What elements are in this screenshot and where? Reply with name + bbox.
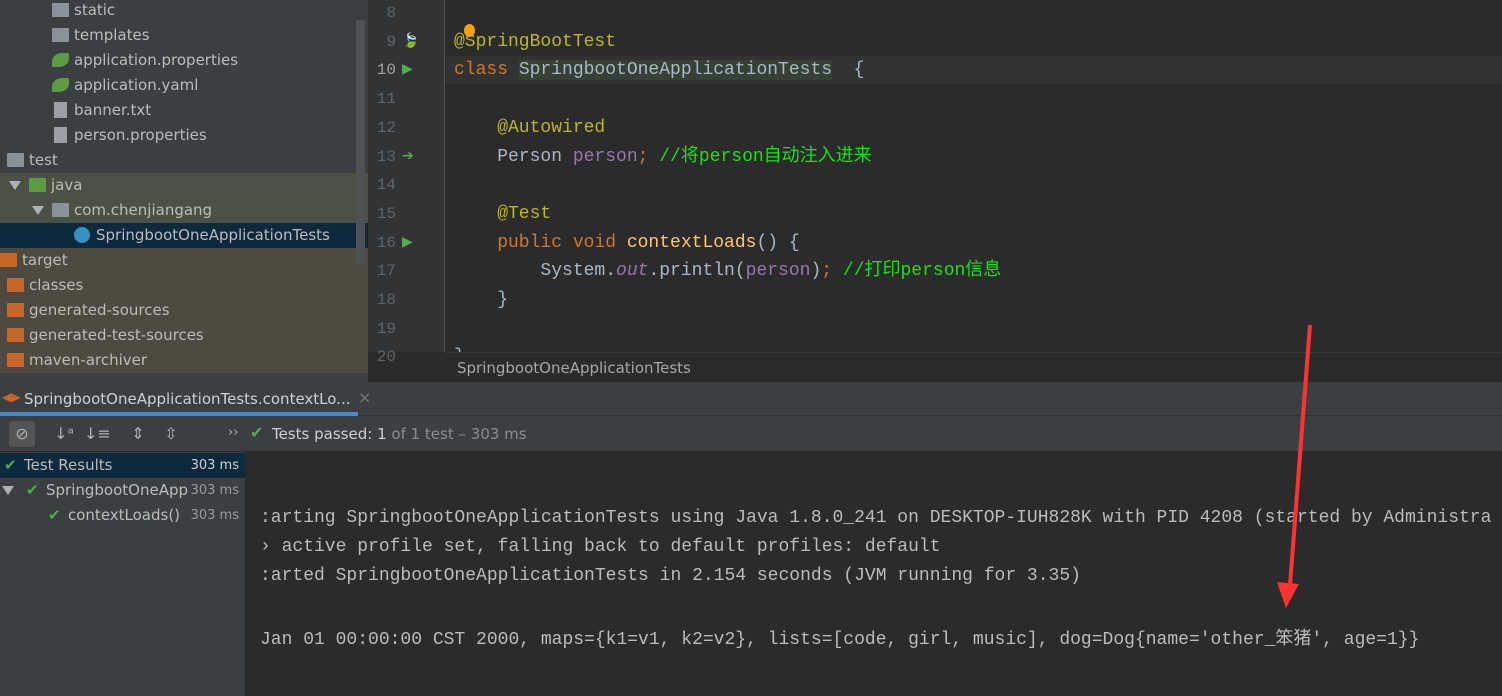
arrow-shaft xyxy=(1288,324,1312,586)
arrow-head xyxy=(1277,582,1299,608)
annotation-arrow xyxy=(1277,324,1312,608)
